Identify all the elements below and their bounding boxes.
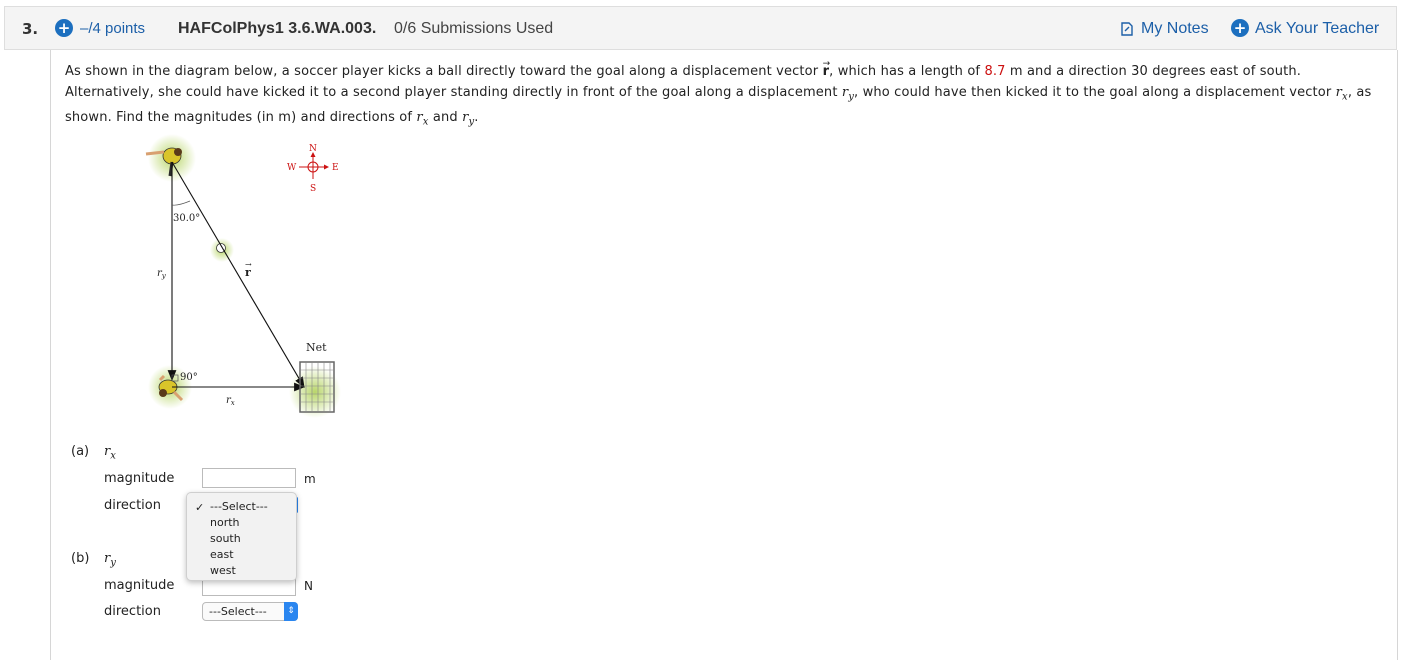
ask-your-teacher-link[interactable]: Ask Your Teacher [1255,20,1379,38]
part-b-label: (b) [71,551,90,566]
angle-90-label: 90° [180,372,198,383]
select-arrows-icon: ⇕ [284,602,298,621]
rx-label: rx [226,395,235,407]
part-a-magnitude-label: magnitude [104,471,175,486]
notes-icon[interactable] [1121,22,1133,36]
part-b-direction-label: direction [104,604,161,619]
part-a-variable: rx [104,444,116,462]
part-b-var-subscript: y [110,557,116,569]
points-label: –/4 points [80,20,146,37]
ry-label-subscript: y [161,272,167,280]
checkmark-icon: ✓ [195,501,205,514]
expand-points-icon[interactable]: + [55,19,73,37]
angle-30-label: 30.0° [173,213,200,224]
question-text: As shown in the diagram below, a soccer … [65,59,1385,133]
r-arrow-icon: → [245,260,252,269]
question-number: 3. [22,20,39,38]
dropdown-option-select[interactable]: ---Select--- [210,500,268,513]
vector-r-symbol: r → [823,59,831,79]
part-b-select-value: ---Select--- [209,605,267,618]
part-b-direction-select[interactable]: ---Select--- ⇕ [202,602,298,621]
compass-east: E [332,163,339,173]
question-text-part: and [428,109,463,125]
my-notes-link[interactable]: My Notes [1141,20,1209,38]
part-b-magnitude-label: magnitude [104,578,175,593]
compass-north: N [309,144,317,154]
dropdown-option-west[interactable]: west [210,564,236,577]
question-text-part: As shown in the diagram below, a soccer … [65,64,823,79]
compass-west: W [287,163,297,173]
dropdown-option-north[interactable]: north [210,516,240,529]
rx-label-subscript: x [231,399,235,407]
part-a-var-subscript: x [110,450,116,462]
r-vector [171,161,305,388]
part-a-direction-dropdown[interactable]: ✓ ---Select--- north south east west [186,492,297,581]
length-value: 8.7 [984,64,1006,79]
part-a-direction-label: direction [104,498,161,513]
part-a-label: (a) [71,444,90,459]
angle-arc [171,200,191,206]
dropdown-option-south[interactable]: south [210,532,241,545]
submissions-used: 0/6 Submissions Used [394,20,554,37]
part-a-unit: m [304,472,316,486]
ask-teacher-icon[interactable]: + [1231,19,1249,37]
dropdown-option-east[interactable]: east [210,548,234,561]
part-b-unit: N [304,579,313,593]
question-text-part: , which has a length of [829,64,985,79]
ry-label: ry [157,268,167,280]
vector-arrow-icon: → [822,59,831,69]
question-id: HAFColPhys1 3.6.WA.003. [178,20,377,37]
compass-rose-icon [299,152,329,179]
part-b-variable: ry [104,551,116,569]
net-label: Net [306,341,327,354]
question-text-part: . [474,109,479,125]
part-a-magnitude-input[interactable] [202,468,296,488]
compass-south: S [310,184,316,194]
soccer-diagram: 30.0° 90° ry rx r → Net N W E S [145,134,341,418]
question-header: 3. + –/4 points HAFColPhys1 3.6.WA.003. … [4,6,1397,50]
question-text-part: , who could have then kicked it to the g… [854,84,1336,100]
